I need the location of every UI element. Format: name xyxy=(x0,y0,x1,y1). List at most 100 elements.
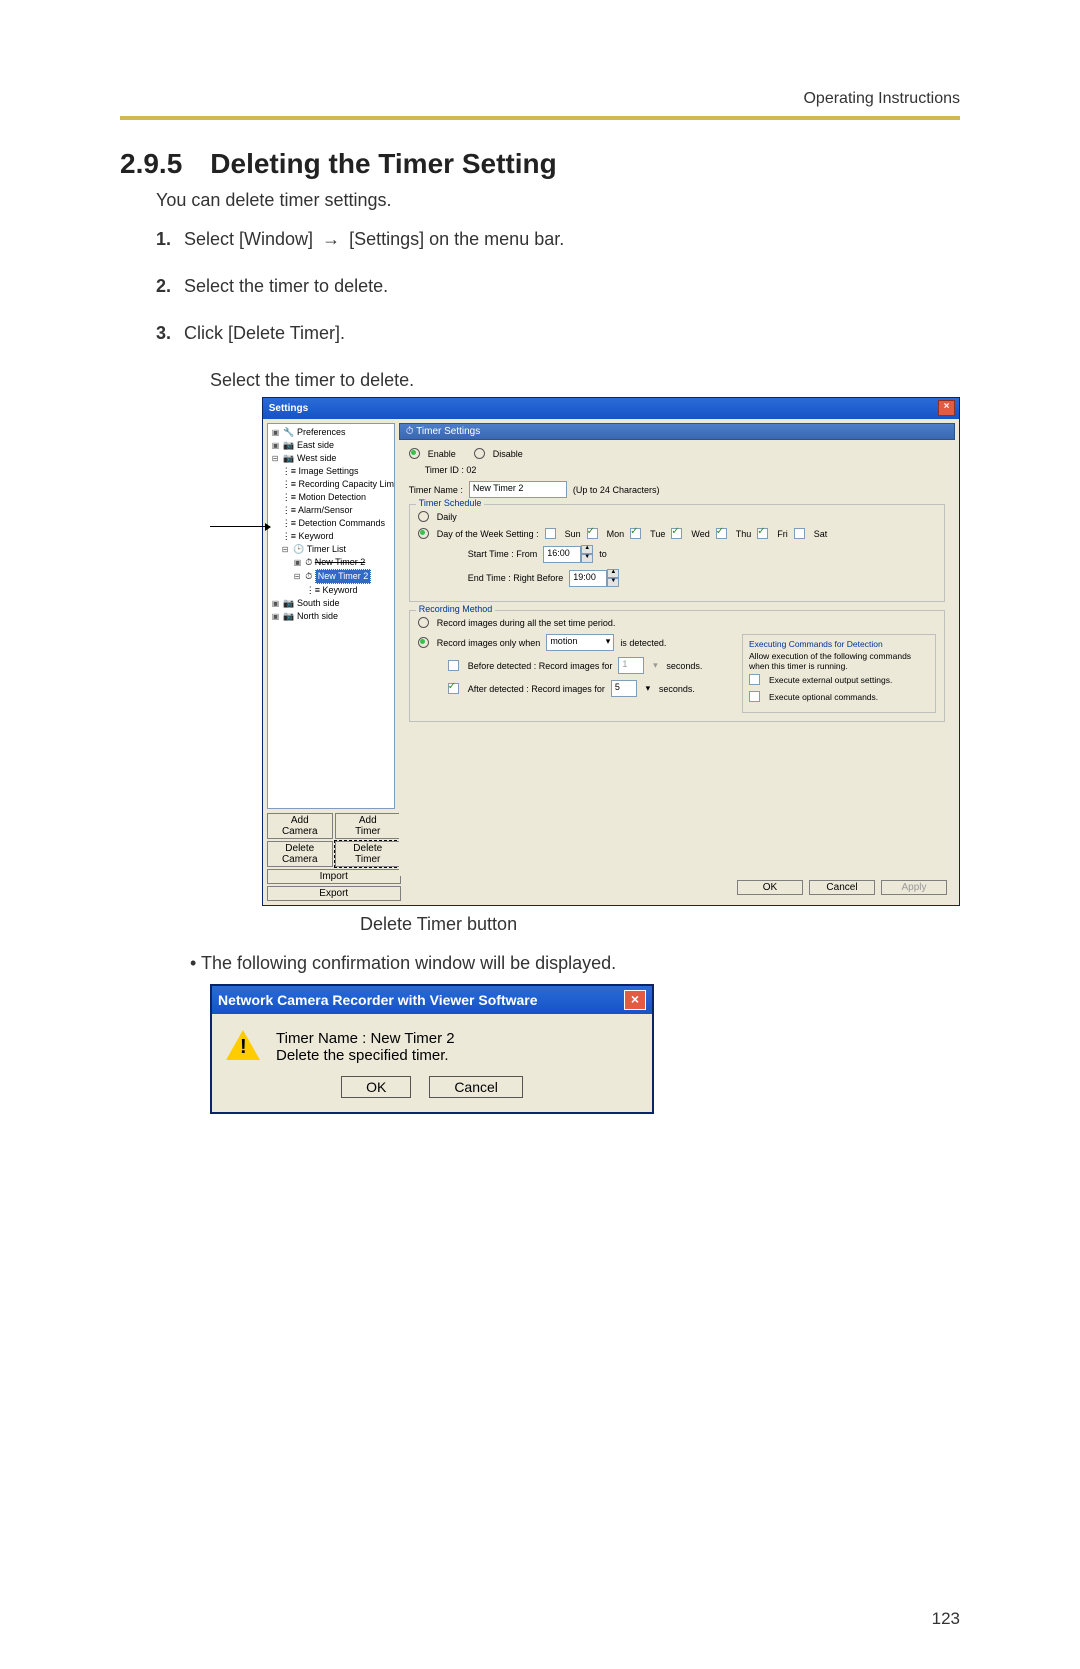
rec-all-radio[interactable] xyxy=(418,617,429,628)
before-checkbox[interactable] xyxy=(448,660,459,671)
recording-legend: Recording Method xyxy=(416,604,496,614)
warning-icon: ! xyxy=(226,1030,260,1064)
tree-item-timer-list[interactable]: ⊟ 🕒 Timer List xyxy=(270,543,392,556)
running-header: Operating Instructions xyxy=(120,90,960,120)
enable-radio[interactable] xyxy=(409,448,420,459)
tree-item-image-settings[interactable]: ⋮≡ Image Settings xyxy=(270,465,392,478)
page-number: 123 xyxy=(932,1609,960,1629)
tree-item-new-timer-selected[interactable]: ⊟ ⏱ New Timer 2 xyxy=(270,569,392,584)
disable-radio[interactable] xyxy=(474,448,485,459)
exec-opt-checkbox[interactable] xyxy=(749,691,760,702)
after-seconds-input[interactable]: 5 xyxy=(611,680,637,697)
tree-item-motion[interactable]: ⋮≡ Motion Detection xyxy=(270,491,392,504)
exec-opt-label: Execute optional commands. xyxy=(769,692,878,702)
start-time-label: Start Time : From xyxy=(468,549,538,559)
seconds-label: seconds. xyxy=(666,661,702,671)
rec-all-label: Record images during all the set time pe… xyxy=(437,618,616,628)
spin-up-icon[interactable]: ▲ xyxy=(607,569,619,578)
tue-checkbox[interactable] xyxy=(630,528,641,539)
tree-item-keyword[interactable]: ⋮≡ Keyword xyxy=(270,530,392,543)
before-seconds-input[interactable]: 1 xyxy=(618,657,644,674)
start-time-input[interactable]: 16:00 xyxy=(543,546,581,563)
tree-item-south[interactable]: ▣ 📷 South side xyxy=(270,597,392,610)
delete-camera-button[interactable]: Delete Camera xyxy=(267,841,333,867)
day-label: Tue xyxy=(650,529,665,539)
step-number: 2. xyxy=(156,276,184,297)
exec-commands-box: Executing Commands for Detection Allow e… xyxy=(742,634,936,713)
spin-down-icon[interactable]: ▼ xyxy=(581,554,593,563)
sat-checkbox[interactable] xyxy=(794,528,805,539)
exec-ext-checkbox[interactable] xyxy=(749,674,760,685)
tree-view[interactable]: ▣ 🔧 Preferences ▣ 📷 East side ⊟ 📷 West s… xyxy=(267,423,395,809)
tree-item-det-cmd[interactable]: ⋮≡ Detection Commands xyxy=(270,517,392,530)
daily-radio[interactable] xyxy=(418,511,429,522)
thu-checkbox[interactable] xyxy=(716,528,727,539)
end-time-input[interactable]: 19:00 xyxy=(569,570,607,587)
after-checkbox[interactable] xyxy=(448,683,459,694)
close-icon[interactable]: × xyxy=(938,400,955,416)
tree-item-rec-cap[interactable]: ⋮≡ Recording Capacity Limit xyxy=(270,478,392,491)
wed-checkbox[interactable] xyxy=(671,528,682,539)
bullet-text: • The following confirmation window will… xyxy=(190,953,960,974)
to-label: to xyxy=(599,549,607,559)
export-button[interactable]: Export xyxy=(267,886,401,901)
timer-id-label: Timer ID : 02 xyxy=(425,465,477,475)
figure-caption-2: Delete Timer button xyxy=(360,914,960,935)
confirm-cancel-button[interactable]: Cancel xyxy=(429,1076,523,1098)
exec-desc: Allow execution of the following command… xyxy=(749,651,929,671)
spin-down-icon[interactable]: ▼ xyxy=(607,578,619,587)
figure-caption-1: Select the timer to delete. xyxy=(210,370,960,391)
end-time-label: End Time : Right Before xyxy=(468,573,564,583)
add-camera-button[interactable]: Add Camera xyxy=(267,813,333,839)
schedule-legend: Timer Schedule xyxy=(416,498,485,508)
step-list: 1. Select [Window] → [Settings] on the m… xyxy=(156,229,960,344)
detection-type-select[interactable]: motion▾ xyxy=(546,634,614,651)
settings-window: Settings × ▣ 🔧 Preferences ▣ 📷 East side… xyxy=(262,397,960,906)
fri-checkbox[interactable] xyxy=(757,528,768,539)
spin-up-icon[interactable]: ▲ xyxy=(581,545,593,554)
section-number: 2.9.5 xyxy=(120,148,182,179)
rec-only-radio[interactable] xyxy=(418,637,429,648)
after-label: After detected : Record images for xyxy=(468,684,605,694)
day-label: Fri xyxy=(777,529,788,539)
before-label: Before detected : Record images for xyxy=(468,661,613,671)
mon-checkbox[interactable] xyxy=(587,528,598,539)
rec-only-label: Record images only when xyxy=(437,638,541,648)
import-button[interactable]: Import xyxy=(267,869,401,884)
ok-button[interactable]: OK xyxy=(737,880,803,895)
tree-item-north[interactable]: ▣ 📷 North side xyxy=(270,610,392,623)
tree-item-west[interactable]: ⊟ 📷 West side xyxy=(270,452,392,465)
add-timer-button[interactable]: Add Timer xyxy=(335,813,401,839)
tree-item-keyword2[interactable]: ⋮≡ Keyword xyxy=(270,584,392,597)
step-text: Select [Window] xyxy=(184,229,313,249)
step-2: 2. Select the timer to delete. xyxy=(156,276,960,297)
confirm-titlebar[interactable]: Network Camera Recorder with Viewer Soft… xyxy=(212,986,652,1014)
tree-item-alarm[interactable]: ⋮≡ Alarm/Sensor xyxy=(270,504,392,517)
timer-name-input[interactable]: New Timer 2 xyxy=(469,481,567,498)
enable-label: Enable xyxy=(428,449,456,459)
confirm-ok-button[interactable]: OK xyxy=(341,1076,411,1098)
intro-text: You can delete timer settings. xyxy=(156,188,960,213)
window-title: Settings xyxy=(269,403,308,414)
dow-radio[interactable] xyxy=(418,528,429,539)
section-title: Deleting the Timer Setting xyxy=(210,148,556,179)
tree-item-preferences[interactable]: ▣ 🔧 Preferences xyxy=(270,426,392,439)
sun-checkbox[interactable] xyxy=(545,528,556,539)
day-label: Wed xyxy=(691,529,709,539)
step-text: [Settings] on the menu bar. xyxy=(349,229,564,249)
delete-timer-button[interactable]: Delete Timer xyxy=(335,841,401,867)
timer-name-hint: (Up to 24 Characters) xyxy=(573,485,660,495)
arrow-icon: → xyxy=(318,229,344,249)
close-icon[interactable]: × xyxy=(624,990,646,1010)
step-3: 3. Click [Delete Timer]. xyxy=(156,323,960,344)
tree-item-east[interactable]: ▣ 📷 East side xyxy=(270,439,392,452)
step-number: 1. xyxy=(156,229,184,250)
confirm-line1: Timer Name : New Timer 2 xyxy=(276,1030,455,1047)
confirm-dialog: Network Camera Recorder with Viewer Soft… xyxy=(210,984,654,1114)
window-titlebar[interactable]: Settings × xyxy=(263,398,959,419)
apply-button[interactable]: Apply xyxy=(881,880,947,895)
is-detected-label: is detected. xyxy=(620,638,666,648)
disable-label: Disable xyxy=(493,449,523,459)
cancel-button[interactable]: Cancel xyxy=(809,880,875,895)
tree-item-new-timer-struck[interactable]: ▣ ⏱ New Timer 2 xyxy=(270,556,392,569)
